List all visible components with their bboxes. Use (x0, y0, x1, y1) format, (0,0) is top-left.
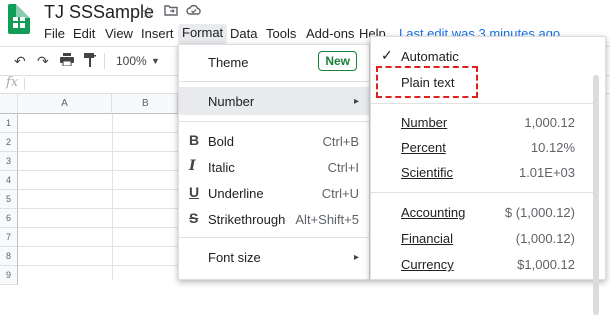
menu-edit[interactable]: Edit (73, 26, 95, 41)
cloud-status-icon[interactable] (186, 3, 202, 20)
print-icon[interactable] (60, 53, 74, 69)
shortcut-label: Alt+Shift+5 (295, 212, 359, 227)
column-header-b[interactable]: B (112, 94, 178, 114)
menu-item-theme[interactable]: Theme New (179, 48, 369, 76)
row-header[interactable]: 1 (0, 114, 18, 133)
menu-item-label: Number (401, 115, 448, 130)
menu-view[interactable]: View (105, 26, 133, 41)
menu-item-label: Theme (208, 55, 249, 70)
menu-item-label: Percent (401, 140, 446, 155)
menu-item-strikethrough[interactable]: S Strikethrough Alt+Shift+5 (179, 205, 369, 233)
menu-format[interactable]: Format (178, 24, 228, 44)
menu-item-label: Financial (401, 231, 454, 246)
redo-icon[interactable]: ↷ (37, 53, 49, 70)
format-example: $1,000.12 (517, 257, 575, 272)
row-header[interactable]: 3 (0, 152, 18, 171)
folder-move-icon[interactable] (164, 3, 178, 20)
format-example: 1.01E+03 (518, 165, 575, 180)
format-example: 1,000.12 (524, 115, 575, 130)
star-icon[interactable]: ☆ (141, 3, 154, 21)
new-badge: New (318, 51, 357, 71)
select-all-corner[interactable] (0, 94, 18, 114)
checkmark-icon: ✓ (381, 47, 393, 63)
menu-item-scientific[interactable]: Scientific 1.01E+03 (371, 161, 595, 185)
row-header[interactable]: 9 (0, 266, 18, 285)
menu-item-number[interactable]: Number ▸ (179, 87, 369, 115)
menu-item-accounting[interactable]: Accounting $ (1,000.12) (371, 201, 595, 225)
menu-item-currency[interactable]: Currency $1,000.12 (371, 253, 595, 277)
menu-item-label: Automatic (401, 49, 459, 64)
menu-tools[interactable]: Tools (266, 26, 296, 41)
menu-addons[interactable]: Add-ons (306, 26, 354, 41)
document-title[interactable]: TJ SSSample (44, 2, 154, 23)
menu-item-bold[interactable]: B Bold Ctrl+B (179, 127, 369, 155)
submenu-arrow-icon: ▸ (353, 96, 359, 107)
row-header[interactable]: 5 (0, 190, 18, 209)
row-header[interactable]: 8 (0, 247, 18, 266)
menu-item-label: Currency (401, 257, 454, 272)
paint-format-icon[interactable] (84, 53, 96, 70)
format-example: 10.12% (530, 140, 575, 155)
chevron-down-icon[interactable]: ▼ (151, 56, 160, 66)
menu-item-font-size[interactable]: Font size ▸ (179, 243, 369, 271)
menu-item-label: Scientific (401, 165, 454, 180)
menu-item-financial[interactable]: Financial (1,000.12) (371, 227, 595, 251)
menu-item-percent[interactable]: Percent 10.12% (371, 136, 595, 160)
shortcut-label: Ctrl+U (321, 186, 359, 201)
shortcut-label: Ctrl+B (322, 134, 359, 149)
menu-item-label: Underline (208, 186, 264, 201)
menu-item-label: Font size (208, 250, 261, 265)
bold-icon: B (189, 132, 200, 148)
column-header-a[interactable]: A (18, 94, 112, 114)
menu-item-label: Number (208, 94, 255, 109)
submenu-scrollbar[interactable] (593, 75, 599, 315)
row-header[interactable]: 2 (0, 133, 18, 152)
row-header[interactable]: 6 (0, 209, 18, 228)
row-header[interactable]: 7 (0, 228, 18, 247)
zoom-select[interactable]: 100% (116, 54, 147, 68)
format-menu: Theme New Number ▸ B Bold Ctrl+B I Itali… (178, 44, 370, 280)
italic-icon: I (189, 158, 196, 174)
fx-icon: fx (6, 75, 19, 90)
format-example: $ (1,000.12) (504, 205, 575, 220)
menu-item-label: Bold (208, 134, 235, 149)
undo-icon[interactable]: ↶ (14, 53, 26, 70)
menu-item-label: Strikethrough (208, 212, 286, 227)
row-header[interactable]: 4 (0, 171, 18, 190)
highlight-box (376, 66, 478, 98)
menu-item-italic[interactable]: I Italic Ctrl+I (179, 153, 369, 181)
menu-file[interactable]: File (44, 26, 65, 41)
menu-insert[interactable]: Insert (141, 26, 174, 41)
shortcut-label: Ctrl+I (327, 160, 359, 175)
menu-data[interactable]: Data (230, 26, 257, 41)
underline-icon: U (189, 184, 200, 200)
menu-item-label: Italic (208, 160, 235, 175)
menu-item-number-format[interactable]: Number 1,000.12 (371, 111, 595, 135)
strikethrough-icon: S (189, 210, 199, 226)
submenu-arrow-icon: ▸ (353, 252, 359, 263)
menu-item-underline[interactable]: U Underline Ctrl+U (179, 179, 369, 207)
menu-item-label: Accounting (401, 205, 466, 220)
sheets-logo-icon[interactable] (8, 4, 30, 34)
format-example: (1,000.12) (515, 231, 575, 246)
